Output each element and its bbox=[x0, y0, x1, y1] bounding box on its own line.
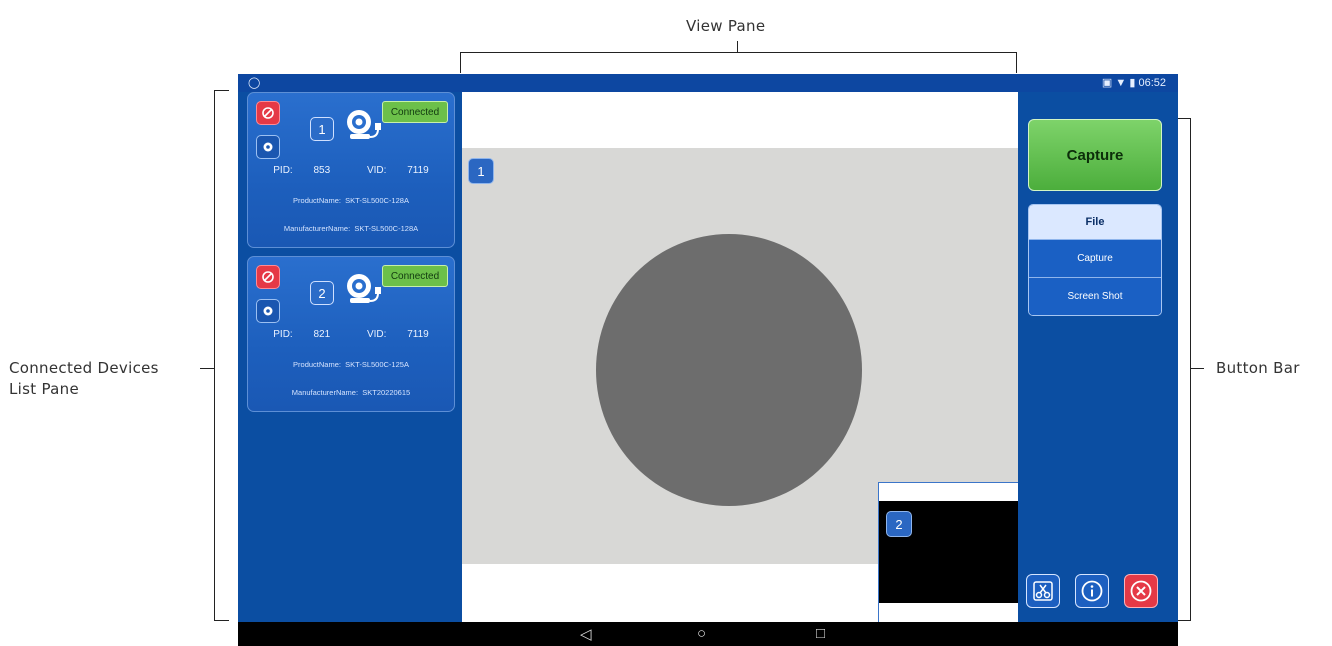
vid-value: 7119 bbox=[407, 165, 429, 176]
device-card-2[interactable]: 2 Connected PID: 821 VID: 7119 ProductNa… bbox=[247, 256, 455, 412]
settings-button-2[interactable] bbox=[256, 299, 280, 323]
home-icon[interactable]: ○ bbox=[697, 625, 706, 642]
vid-value: 7119 bbox=[407, 329, 429, 340]
devices-pane-label-2: List Pane bbox=[9, 380, 79, 398]
settings-button-1[interactable] bbox=[256, 135, 280, 159]
pid-value: 821 bbox=[313, 329, 331, 340]
manufacturer-label: ManufacturerName: bbox=[291, 388, 359, 397]
info-button[interactable] bbox=[1075, 574, 1109, 608]
pip-image: 2 bbox=[879, 501, 1018, 603]
pid-vid-row-2: PID: 821 VID: 7119 bbox=[248, 329, 454, 340]
status-badge-1: Connected bbox=[382, 101, 448, 123]
product-name-row-2: ProductName: SKT-SL500C-125A bbox=[248, 360, 454, 369]
vid-label: VID: bbox=[366, 165, 387, 176]
battery-icon: ▮ bbox=[1129, 77, 1136, 89]
info-icon bbox=[1081, 580, 1103, 602]
vid-label: VID: bbox=[366, 329, 387, 340]
device-index-badge: 1 bbox=[310, 117, 334, 141]
button-bar-label: Button Bar bbox=[1216, 359, 1300, 377]
product-name-value: SKT-SL500C-128A bbox=[345, 196, 409, 205]
view-index-badge: 1 bbox=[468, 158, 494, 184]
back-icon[interactable]: ◁ bbox=[580, 625, 592, 643]
gear-icon bbox=[263, 142, 273, 152]
system-nav-bar: ◁ ○ □ bbox=[238, 622, 1178, 646]
capture-button[interactable]: Capture bbox=[1028, 119, 1162, 191]
pid-label: PID: bbox=[273, 329, 293, 340]
unlink-icon bbox=[262, 107, 274, 119]
pid-label: PID: bbox=[273, 165, 293, 176]
devices-pane-bracket bbox=[214, 90, 229, 621]
view-pane[interactable]: 1 2 bbox=[462, 92, 1018, 622]
file-menu: File Capture Screen Shot bbox=[1028, 204, 1162, 316]
file-capture-item[interactable]: Capture bbox=[1029, 239, 1161, 277]
device-index-badge: 2 bbox=[310, 281, 334, 305]
disconnect-button-2[interactable] bbox=[256, 265, 280, 289]
connected-devices-pane: 1 Connected PID: 853 VID: 7119 ProductNa… bbox=[238, 92, 462, 622]
fiber-endface-image bbox=[596, 234, 862, 506]
manufacturer-row-1: ManufacturerName: SKT-SL500C-128A bbox=[248, 224, 454, 233]
cast-icon: ▣ bbox=[1101, 77, 1113, 89]
recents-icon[interactable]: □ bbox=[816, 625, 825, 642]
manufacturer-value: SKT20220615 bbox=[362, 388, 411, 397]
status-badge-2: Connected bbox=[382, 265, 448, 287]
view-pane-bracket bbox=[460, 52, 1017, 73]
manufacturer-row-2: ManufacturerName: SKT20220615 bbox=[248, 388, 454, 397]
button-bar: Capture File Capture Screen Shot bbox=[1018, 92, 1178, 622]
file-menu-title[interactable]: File bbox=[1029, 205, 1161, 239]
scissors-icon bbox=[1033, 581, 1053, 601]
product-name-row-1: ProductName: SKT-SL500C-128A bbox=[248, 196, 454, 205]
pid-vid-row-1: PID: 853 VID: 7119 bbox=[248, 165, 454, 176]
exit-button[interactable] bbox=[1124, 574, 1158, 608]
camera-icon bbox=[347, 110, 381, 139]
camera-icon bbox=[347, 274, 381, 303]
status-bar: ◯ ▣ ▼ ▮ 06:52 bbox=[238, 74, 1178, 92]
pip-index-badge: 2 bbox=[886, 511, 912, 537]
pip-view[interactable]: 2 bbox=[878, 482, 1018, 622]
product-name-value: SKT-SL500C-125A bbox=[345, 360, 409, 369]
clock-time: 06:52 bbox=[1138, 77, 1166, 89]
disconnect-button-1[interactable] bbox=[256, 101, 280, 125]
manufacturer-value: SKT-SL500C-128A bbox=[354, 224, 419, 233]
devices-pane-bracket-tick bbox=[200, 368, 214, 369]
app-screen: ◯ ▣ ▼ ▮ 06:52 1 Connected PID: 853 VID: … bbox=[238, 74, 1178, 646]
headset-icon: ◯ bbox=[248, 77, 261, 89]
product-name-label: ProductName: bbox=[293, 196, 341, 205]
button-bar-bracket-tick bbox=[1190, 368, 1204, 369]
screen-shot-item[interactable]: Screen Shot bbox=[1029, 277, 1161, 315]
gear-icon bbox=[263, 306, 273, 316]
manufacturer-label: ManufacturerName: bbox=[283, 224, 351, 233]
close-icon bbox=[1130, 580, 1152, 602]
scissors-button[interactable] bbox=[1026, 574, 1060, 608]
device-card-1[interactable]: 1 Connected PID: 853 VID: 7119 ProductNa… bbox=[247, 92, 455, 248]
devices-pane-label-1: Connected Devices bbox=[9, 359, 159, 377]
view-pane-bracket-tick bbox=[737, 41, 738, 52]
unlink-icon bbox=[262, 271, 274, 283]
pid-value: 853 bbox=[313, 165, 331, 176]
product-name-label: ProductName: bbox=[293, 360, 341, 369]
view-pane-label: View Pane bbox=[686, 17, 766, 35]
wifi-icon: ▼ bbox=[1115, 77, 1127, 89]
